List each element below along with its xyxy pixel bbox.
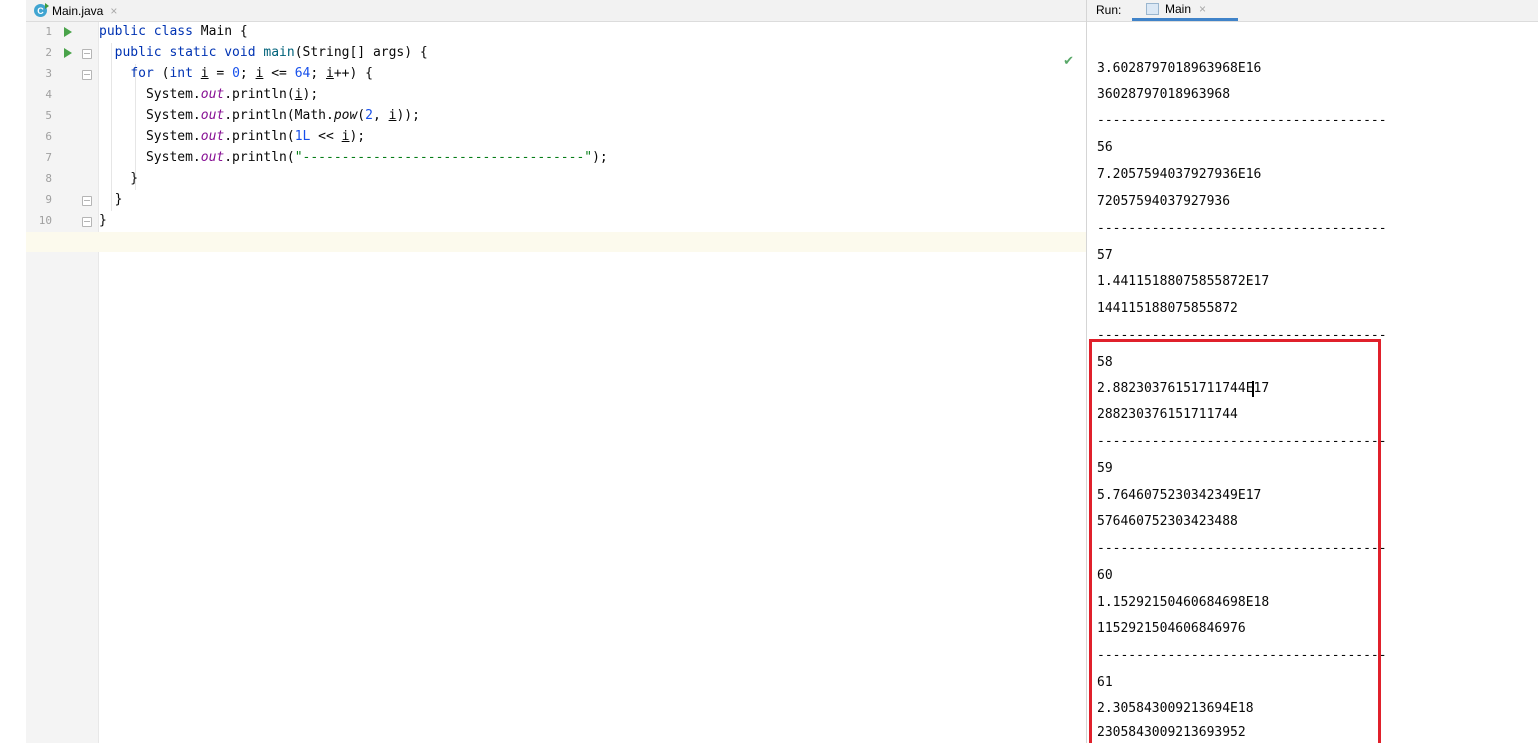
code-line: }: [99, 213, 107, 228]
console-line: -------------------------------------: [1097, 113, 1387, 128]
current-line: [26, 232, 1086, 252]
console-line: 144115188075855872: [1097, 301, 1238, 316]
close-icon[interactable]: ×: [110, 4, 117, 18]
code-line: System.out.println(1L << i);: [99, 129, 366, 144]
line-number: 7: [45, 151, 52, 164]
tab-run-main[interactable]: Main ×: [1132, 0, 1238, 21]
console-line: 1.44115188075855872E17: [1097, 274, 1270, 289]
console-icon: [1146, 3, 1159, 15]
code-line: }: [99, 192, 123, 207]
console-line: 2.88230376151711744E17: [1097, 381, 1270, 396]
line-number: 4: [45, 88, 52, 101]
code-line: public class Main {: [99, 24, 248, 39]
line-number: 6: [45, 130, 52, 143]
run-label: Run:: [1096, 3, 1122, 17]
console-line: -------------------------------------: [1097, 541, 1387, 556]
code-line: for (int i = 0; i <= 64; i++) {: [130, 66, 373, 81]
code-line: System.out.println(Math.pow(2, i));: [99, 108, 420, 123]
console-line: 2.305843009213694E18: [1097, 701, 1254, 716]
console-line: 59: [1097, 461, 1113, 476]
line-number: 5: [45, 109, 52, 122]
line-number: 2: [45, 46, 52, 59]
code-line: System.out.println("--------------------…: [99, 150, 608, 165]
console-line: 7.2057594037927936E16: [1097, 167, 1262, 182]
fold-icon[interactable]: [82, 49, 92, 59]
console-line: 60: [1097, 568, 1113, 583]
fold-icon[interactable]: [82, 217, 92, 227]
line-number: 10: [38, 214, 52, 227]
console-line: 57: [1097, 248, 1113, 263]
line-number: 9: [45, 193, 52, 206]
check-icon: ✔: [1063, 54, 1074, 69]
code-line: System.out.println(i);: [99, 87, 319, 102]
console-line: 1.15292150460684698E18: [1097, 595, 1270, 610]
tab-label: Main.java: [52, 3, 104, 18]
run-panel: Run: Main × 3.6028797018963968E16 360287…: [1087, 0, 1538, 743]
code-editor[interactable]: public class Main { public static void m…: [26, 22, 1086, 743]
console-line: 56: [1097, 140, 1113, 155]
run-header: Run: Main ×: [1087, 0, 1538, 22]
console-line: 36028797018963968: [1097, 87, 1231, 102]
console-line: 288230376151711744: [1097, 407, 1238, 422]
line-number: 8: [45, 172, 52, 185]
text-caret: [1252, 381, 1254, 397]
line-gutter: 1 2 3 4 5 6 7 8 9 10 11: [26, 22, 99, 743]
console-line: 5.7646075230342349E17: [1097, 488, 1262, 503]
console-line: -------------------------------------: [1097, 328, 1387, 343]
close-icon[interactable]: ×: [1199, 2, 1206, 16]
fold-icon[interactable]: [82, 196, 92, 206]
console-line: 2305843009213693952: [1097, 725, 1246, 740]
console-line: 576460752303423488: [1097, 514, 1238, 529]
ide-window: C Main.java × 1 2 3 4 5 6 7 8 9 10 11: [0, 0, 1538, 743]
left-tool-strip: [0, 0, 26, 743]
line-number: 3: [45, 67, 52, 80]
console-line: 1152921504606846976: [1097, 621, 1246, 636]
editor-tab-bar: C Main.java ×: [26, 0, 1086, 22]
console-line: -------------------------------------: [1097, 648, 1387, 663]
console-line: 61: [1097, 675, 1113, 690]
tab-main-java[interactable]: C Main.java ×: [34, 0, 117, 21]
line-number: 1: [45, 25, 52, 38]
run-class-icon[interactable]: [64, 27, 72, 37]
code-line: public static void main(String[] args) {: [114, 45, 428, 60]
console-line: -------------------------------------: [1097, 434, 1387, 449]
console-line: -------------------------------------: [1097, 221, 1387, 236]
editor-panel: C Main.java × 1 2 3 4 5 6 7 8 9 10 11: [26, 0, 1086, 743]
fold-icon[interactable]: [82, 70, 92, 80]
console-line: 58: [1097, 355, 1113, 370]
console-line: 72057594037927936: [1097, 194, 1231, 209]
java-class-icon: C: [34, 3, 49, 17]
run-method-icon[interactable]: [64, 48, 72, 58]
code-line: }: [99, 171, 139, 186]
run-tab-label: Main: [1165, 2, 1192, 16]
console-line: 3.6028797018963968E16: [1097, 61, 1262, 76]
